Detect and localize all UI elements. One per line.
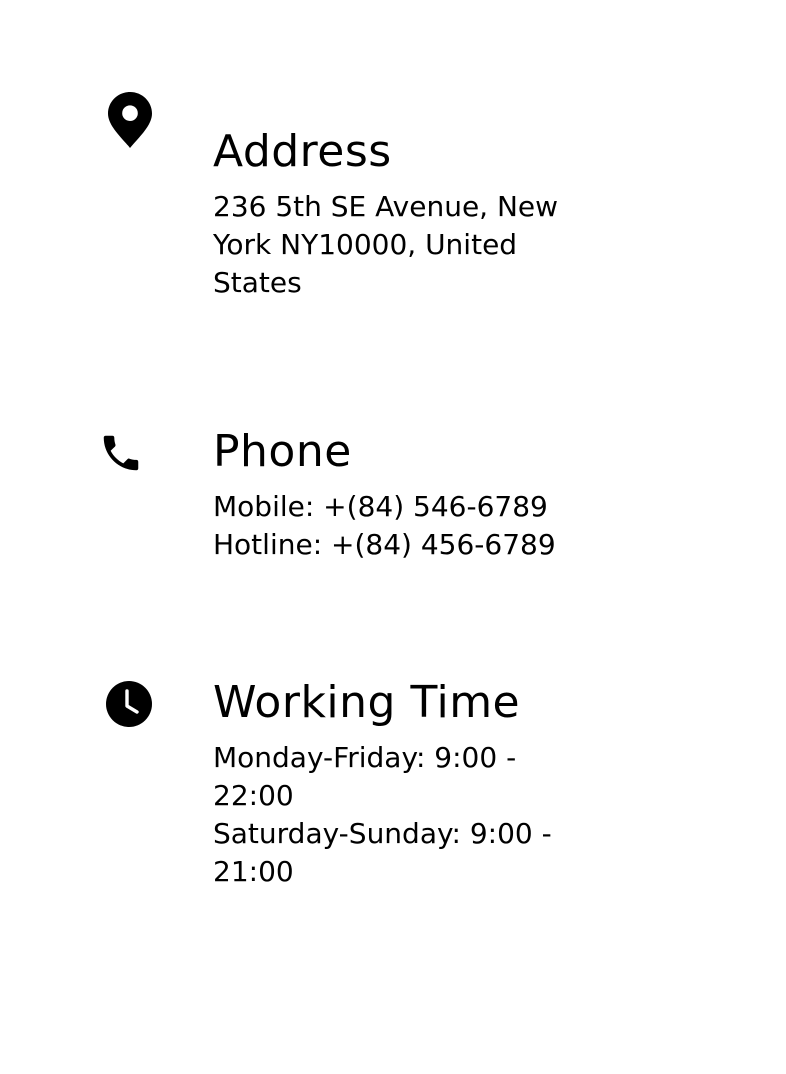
weekday-hours: Monday-Friday: 9:00 - [213, 741, 517, 774]
hotline-number[interactable]: Hotline: +(84) 456-6789 [213, 526, 613, 564]
working-time-title: Working Time [213, 677, 521, 728]
phone-lines: Mobile: +(84) 546-6789 Hotline: +(84) 45… [213, 488, 613, 564]
address-lines: 236 5th SE Avenue, New York NY10000, Uni… [213, 188, 613, 302]
weekend-hours: 21:00 [213, 855, 294, 888]
phone-icon [103, 435, 139, 471]
phone-title: Phone [213, 426, 352, 477]
weekday-hours: 22:00 [213, 779, 294, 812]
address-line: 236 5th SE Avenue, New [213, 190, 559, 223]
phone-text: Phone Mobile: +(84) 546-6789 Hotline: +(… [213, 426, 613, 564]
address-title: Address [213, 126, 392, 177]
map-pin-icon [108, 92, 152, 148]
address-line: York NY10000, United [213, 228, 518, 261]
address-line: States [213, 266, 302, 299]
weekend-hours: Saturday-Sunday: 9:00 - [213, 817, 552, 850]
clock-icon [106, 681, 152, 727]
address-text: Address 236 5th SE Avenue, New York NY10… [213, 126, 613, 302]
mobile-number[interactable]: Mobile: +(84) 546-6789 [213, 488, 613, 526]
working-time-text: Working Time Monday-Friday: 9:00 - 22:00… [213, 677, 613, 891]
working-time-lines: Monday-Friday: 9:00 - 22:00 Saturday-Sun… [213, 739, 613, 891]
